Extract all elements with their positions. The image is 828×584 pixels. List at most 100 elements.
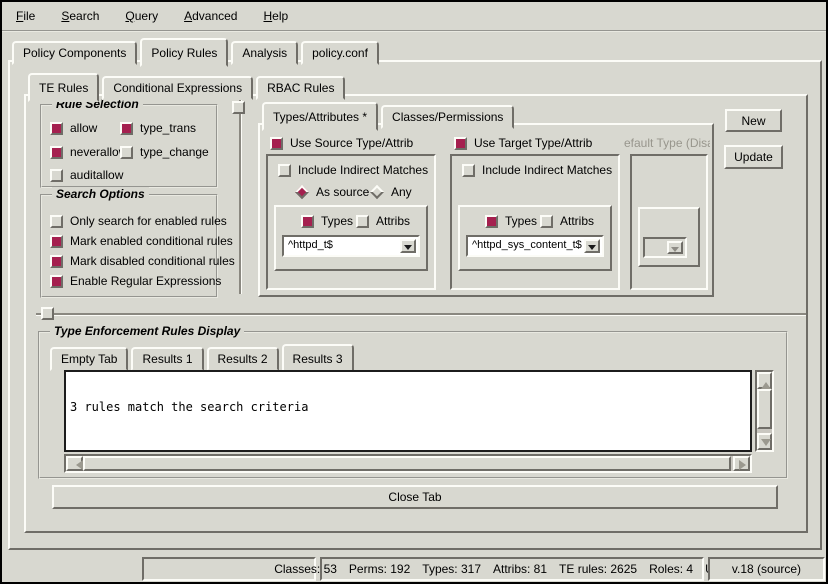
checkbox-indicator xyxy=(50,235,63,248)
tab-types-attributes[interactable]: Types/Attributes * xyxy=(262,102,378,131)
close-tab-button[interactable]: Close Tab xyxy=(52,485,778,509)
new-button[interactable]: New xyxy=(725,109,782,132)
checkbox-label: neverallow xyxy=(70,145,127,159)
menu-bar: File Search Query Advanced Help xyxy=(2,2,826,32)
tab-policy-conf[interactable]: policy.conf xyxy=(301,41,379,65)
checkbox-indicator xyxy=(50,122,63,135)
horizontal-sash-handle[interactable] xyxy=(41,307,54,320)
radio-any[interactable]: Any xyxy=(370,185,412,199)
menu-search[interactable]: Search xyxy=(61,9,99,23)
tab-results-2[interactable]: Results 2 xyxy=(207,347,279,371)
update-button-label: Update xyxy=(734,150,773,164)
checkbox-indicator xyxy=(50,169,63,182)
checkbox-indicator xyxy=(50,146,63,159)
checkbox-mark-enabled-cond[interactable]: Mark enabled conditional rules xyxy=(50,234,233,248)
tab-rbac-rules[interactable]: RBAC Rules xyxy=(256,76,345,100)
main-tab-bar: Policy Components Policy Rules Analysis … xyxy=(12,38,382,65)
chevron-down-icon[interactable] xyxy=(584,239,600,253)
stat-roles: Roles: 4 xyxy=(649,562,693,576)
checkbox-mark-disabled-cond[interactable]: Mark disabled conditional rules xyxy=(50,254,235,268)
radio-source-attribs[interactable]: Attribs xyxy=(356,214,410,228)
checkbox-label: Mark enabled conditional rules xyxy=(70,234,233,248)
tab-label: Results 2 xyxy=(218,352,268,366)
update-button[interactable]: Update xyxy=(724,145,783,169)
results-text-area[interactable]: 3 rules match the search criteria (5822)… xyxy=(64,370,752,452)
menu-query[interactable]: Query xyxy=(125,9,158,23)
radio-indicator xyxy=(301,215,314,228)
chevron-down-icon xyxy=(667,241,683,254)
apol-window: File Search Query Advanced Help Policy C… xyxy=(0,0,828,584)
tab-classes-permissions[interactable]: Classes/Permissions xyxy=(381,105,514,129)
checkbox-use-source-type[interactable]: Use Source Type/Attrib xyxy=(270,136,413,150)
tab-label: Results 3 xyxy=(293,352,343,366)
scroll-right-button[interactable] xyxy=(733,456,750,471)
tab-label: Policy Components xyxy=(23,46,126,60)
checkbox-label: type_trans xyxy=(140,121,196,135)
menu-file[interactable]: File xyxy=(16,9,35,23)
checkbox-label: type_change xyxy=(140,145,209,159)
checkbox-label: allow xyxy=(70,121,97,135)
radio-label: Attribs xyxy=(376,214,410,228)
checkbox-use-target-type[interactable]: Use Target Type/Attrib xyxy=(454,136,592,150)
tab-empty-tab[interactable]: Empty Tab xyxy=(50,347,128,371)
results-blank-line xyxy=(70,440,750,452)
tab-conditional-expressions[interactable]: Conditional Expressions xyxy=(102,76,253,100)
checkbox-neverallow[interactable]: neverallow xyxy=(50,145,127,159)
types-attrs-tab-bar: Types/Attributes * Classes/Permissions xyxy=(262,102,517,129)
tab-te-rules[interactable]: TE Rules xyxy=(28,73,99,102)
tab-policy-rules[interactable]: Policy Rules xyxy=(140,38,228,67)
tab-results-3[interactable]: Results 3 xyxy=(282,344,354,373)
chevron-down-icon[interactable] xyxy=(400,239,416,253)
stat-te-rules: TE rules: 2625 xyxy=(559,562,637,576)
checkbox-indicator xyxy=(50,275,63,288)
radio-label: Attribs xyxy=(560,214,594,228)
checkbox-type-change[interactable]: type_change xyxy=(120,145,209,159)
checkbox-source-indirect[interactable]: Include Indirect Matches xyxy=(278,163,428,177)
hscrollbar-thumb[interactable] xyxy=(83,456,731,471)
arrow-right-icon xyxy=(739,460,751,470)
checkbox-enable-regex[interactable]: Enable Regular Expressions xyxy=(50,274,221,288)
menu-advanced[interactable]: Advanced xyxy=(184,9,237,23)
tab-analysis[interactable]: Analysis xyxy=(231,41,298,65)
horizontal-sash xyxy=(36,313,806,315)
vertical-sash-handle[interactable] xyxy=(232,101,245,114)
checkbox-type-trans[interactable]: type_trans xyxy=(120,121,196,135)
radio-target-attribs[interactable]: Attribs xyxy=(540,214,594,228)
vscrollbar-thumb[interactable] xyxy=(757,389,772,429)
stat-perms: Perms: 192 xyxy=(349,562,410,576)
tab-results-1[interactable]: Results 1 xyxy=(131,347,203,371)
radio-as-source[interactable]: As source xyxy=(295,185,369,199)
checkbox-auditallow[interactable]: auditallow xyxy=(50,168,123,182)
default-type-label: efault Type (Disa xyxy=(624,136,710,150)
target-type-combobox[interactable]: ^httpd_sys_content_t$ xyxy=(466,235,604,257)
radio-target-types[interactable]: Types xyxy=(485,214,537,228)
radio-label: Types xyxy=(505,214,537,228)
tab-label: TE Rules xyxy=(39,81,88,95)
search-options-title: Search Options xyxy=(52,187,149,201)
scroll-left-button[interactable] xyxy=(66,456,83,471)
scroll-up-button[interactable] xyxy=(757,372,772,389)
menu-help[interactable]: Help xyxy=(263,9,288,23)
checkbox-target-indirect[interactable]: Include Indirect Matches xyxy=(462,163,612,177)
checkbox-only-enabled-rules[interactable]: Only search for enabled rules xyxy=(50,214,227,228)
checkbox-allow[interactable]: allow xyxy=(50,121,97,135)
status-stats-box: Classes: 53 Perms: 192 Types: 317 Attrib… xyxy=(320,557,704,581)
checkbox-label: Only search for enabled rules xyxy=(70,214,227,228)
scroll-down-button[interactable] xyxy=(757,433,772,450)
tab-policy-components[interactable]: Policy Components xyxy=(12,41,137,65)
source-type-combobox[interactable]: ^httpd_t$ xyxy=(282,235,420,257)
tab-label: Empty Tab xyxy=(61,352,117,366)
checkbox-label: Use Source Type/Attrib xyxy=(290,136,413,150)
results-hscrollbar[interactable] xyxy=(64,454,752,473)
radio-label: As source xyxy=(316,185,369,199)
checkbox-label: auditallow xyxy=(70,168,123,182)
rules-tab-bar: TE Rules Conditional Expressions RBAC Ru… xyxy=(28,73,348,100)
tab-label: Classes/Permissions xyxy=(392,110,503,124)
tab-label: Analysis xyxy=(242,46,287,60)
stat-attribs: Attribs: 81 xyxy=(493,562,547,576)
radio-source-types[interactable]: Types xyxy=(301,214,353,228)
results-vscrollbar[interactable] xyxy=(755,370,774,452)
source-type-value: ^httpd_t$ xyxy=(288,239,398,251)
radio-indicator xyxy=(295,185,309,199)
checkbox-indicator xyxy=(50,255,63,268)
